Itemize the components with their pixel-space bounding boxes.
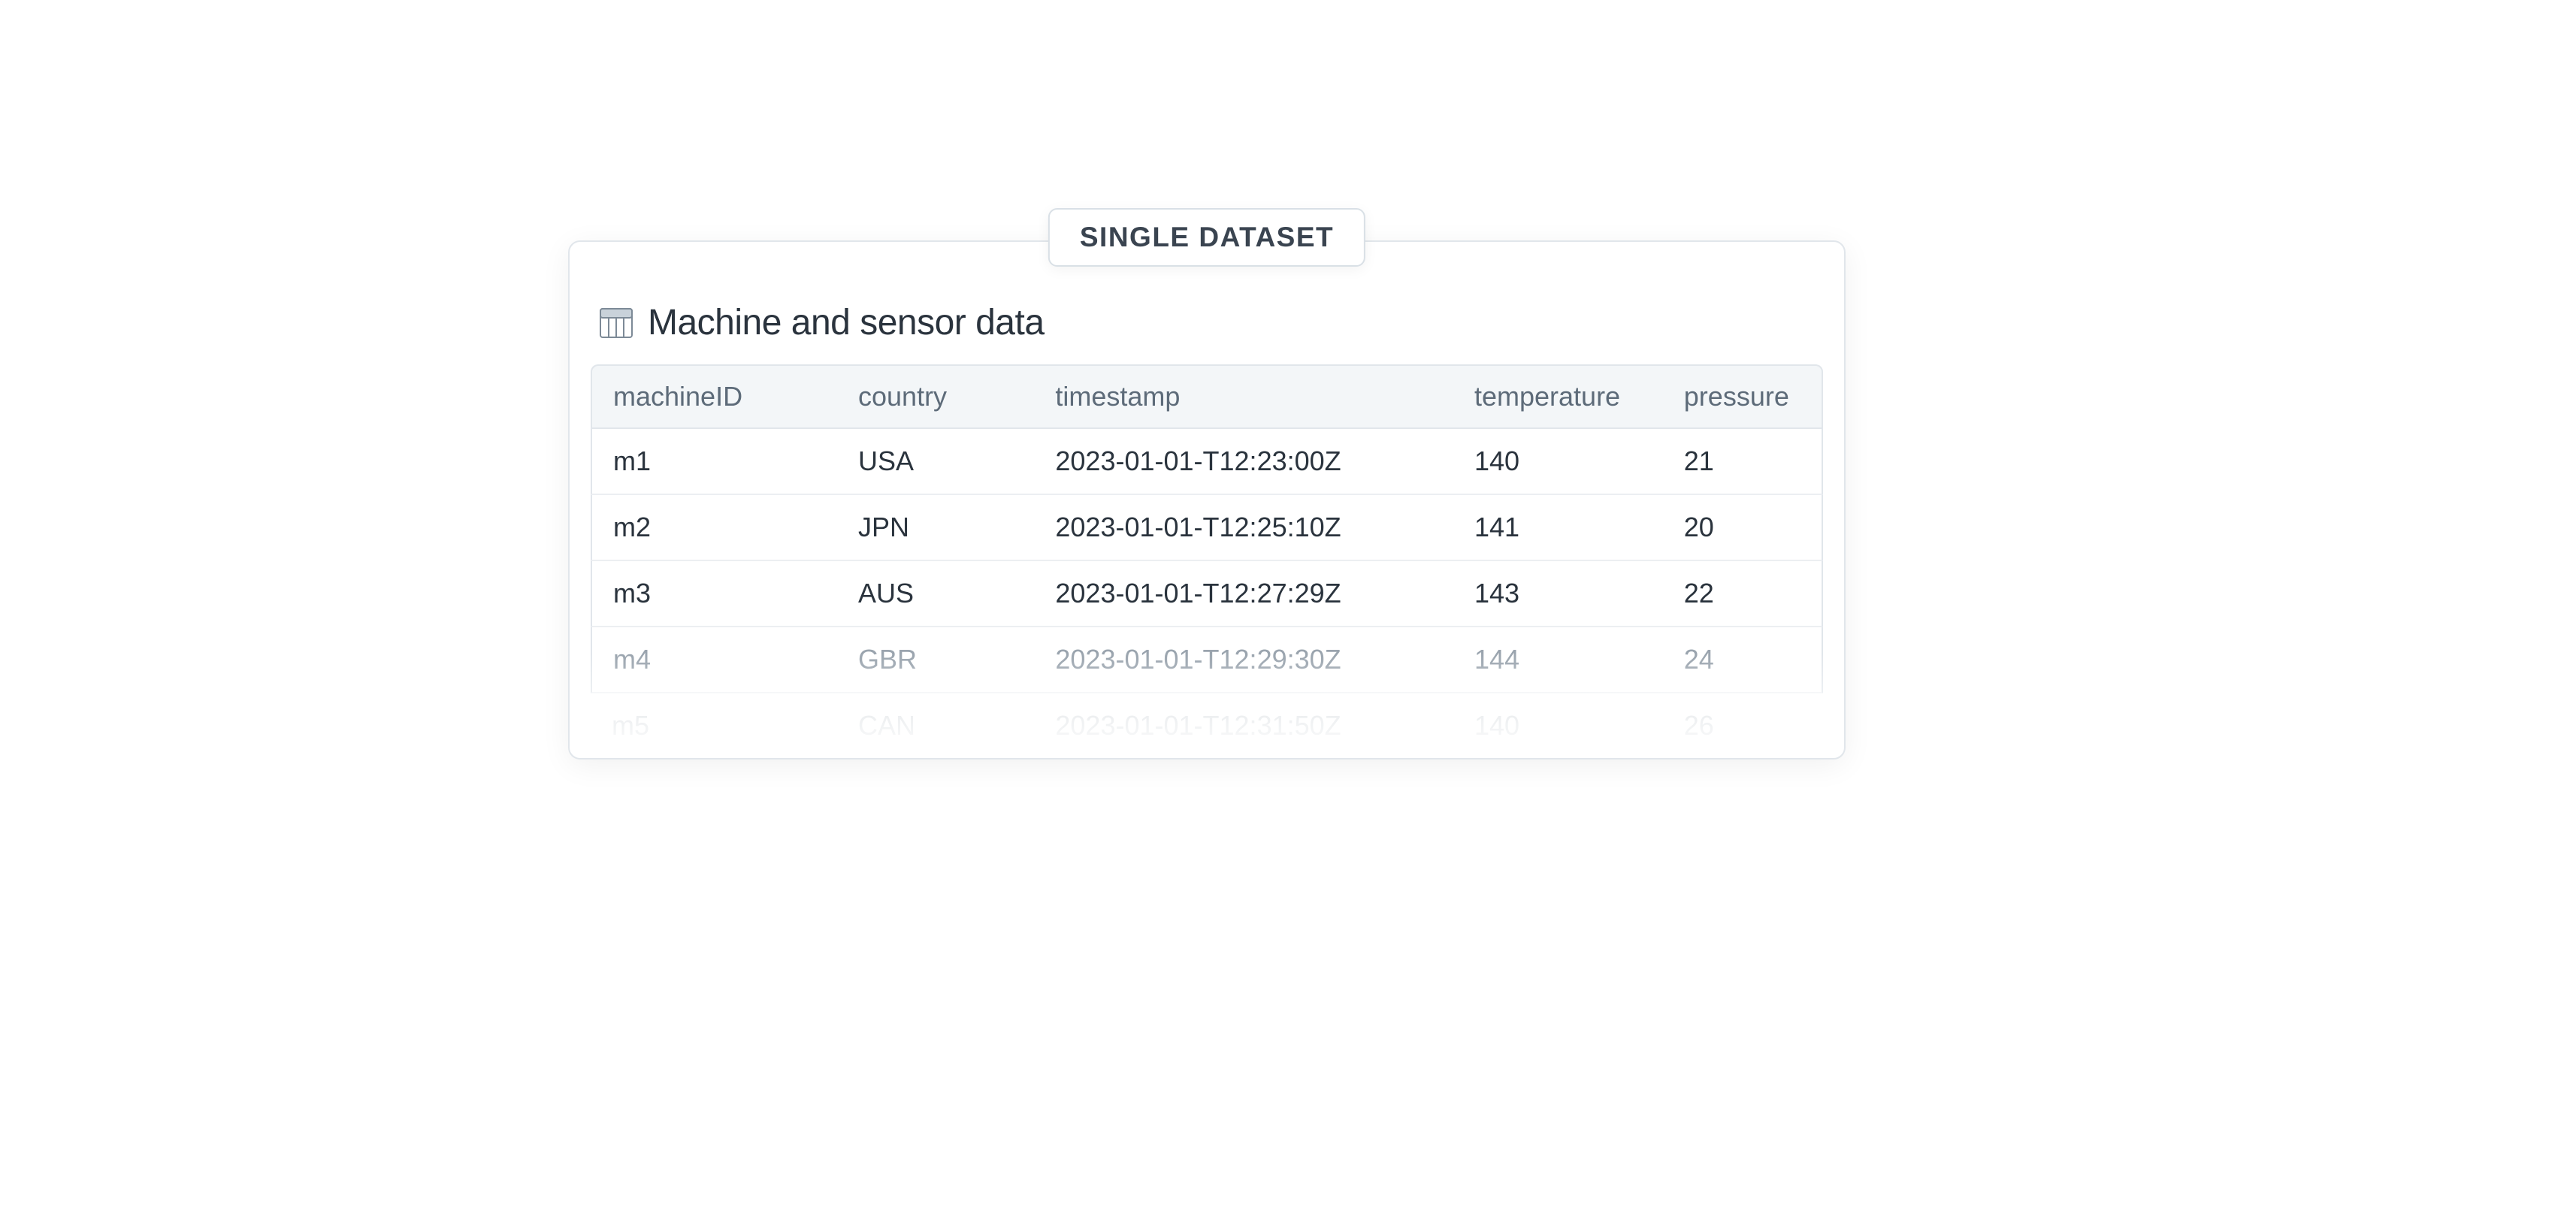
cell-timestamp: 2023-01-01-T12:29:30Z bbox=[1034, 627, 1453, 693]
cell-machineID: m1 bbox=[591, 429, 837, 495]
cell-temperature: 144 bbox=[1453, 627, 1663, 693]
card-header: Machine and sensor data bbox=[570, 302, 1844, 364]
cell-pressure: 21 bbox=[1663, 429, 1823, 495]
column-header-timestamp[interactable]: timestamp bbox=[1034, 364, 1453, 429]
cell-country: USA bbox=[837, 429, 1034, 495]
table-row: m3 AUS 2023-01-01-T12:27:29Z 143 22 bbox=[591, 561, 1823, 627]
cell-country: AUS bbox=[837, 561, 1034, 627]
dataset-tab-label: SINGLE DATASET bbox=[1048, 208, 1365, 267]
cell-temperature: 143 bbox=[1453, 561, 1663, 627]
table-row: m4 GBR 2023-01-01-T12:29:30Z 144 24 bbox=[591, 627, 1823, 693]
table-row: m1 USA 2023-01-01-T12:23:00Z 140 21 bbox=[591, 429, 1823, 495]
cell-pressure: 24 bbox=[1663, 627, 1823, 693]
table-row: m2 JPN 2023-01-01-T12:25:10Z 141 20 bbox=[591, 495, 1823, 561]
cell-machineID: m2 bbox=[591, 495, 837, 561]
cell-country: JPN bbox=[837, 495, 1034, 561]
cell-temperature: 140 bbox=[1453, 429, 1663, 495]
column-header-country[interactable]: country bbox=[837, 364, 1034, 429]
cell-temperature: 141 bbox=[1453, 495, 1663, 561]
column-header-machineID[interactable]: machineID bbox=[591, 364, 837, 429]
dataset-card: SINGLE DATASET Machine and sensor data bbox=[568, 240, 1846, 760]
cell-pressure: 20 bbox=[1663, 495, 1823, 561]
cell-timestamp: 2023-01-01-T12:27:29Z bbox=[1034, 561, 1453, 627]
table-icon bbox=[600, 308, 633, 338]
card-title: Machine and sensor data bbox=[648, 302, 1045, 343]
cell-country: GBR bbox=[837, 627, 1034, 693]
cell-country: CAN bbox=[837, 693, 1034, 758]
cell-machineID: m4 bbox=[591, 627, 837, 693]
table-header-row: machineID country timestamp temperature … bbox=[591, 364, 1823, 429]
cell-timestamp: 2023-01-01-T12:25:10Z bbox=[1034, 495, 1453, 561]
cell-temperature: 140 bbox=[1453, 693, 1663, 758]
table-row: m5 CAN 2023-01-01-T12:31:50Z 140 26 bbox=[591, 693, 1823, 758]
cell-timestamp: 2023-01-01-T12:23:00Z bbox=[1034, 429, 1453, 495]
cell-timestamp: 2023-01-01-T12:31:50Z bbox=[1034, 693, 1453, 758]
column-header-temperature[interactable]: temperature bbox=[1453, 364, 1663, 429]
cell-machineID: m3 bbox=[591, 561, 837, 627]
cell-pressure: 22 bbox=[1663, 561, 1823, 627]
data-table: machineID country timestamp temperature … bbox=[591, 364, 1823, 758]
cell-machineID: m5 bbox=[591, 693, 837, 758]
dataset-tab-label-text: SINGLE DATASET bbox=[1080, 222, 1334, 252]
data-table-container: machineID country timestamp temperature … bbox=[570, 364, 1844, 758]
cell-pressure: 26 bbox=[1663, 693, 1823, 758]
column-header-pressure[interactable]: pressure bbox=[1663, 364, 1823, 429]
